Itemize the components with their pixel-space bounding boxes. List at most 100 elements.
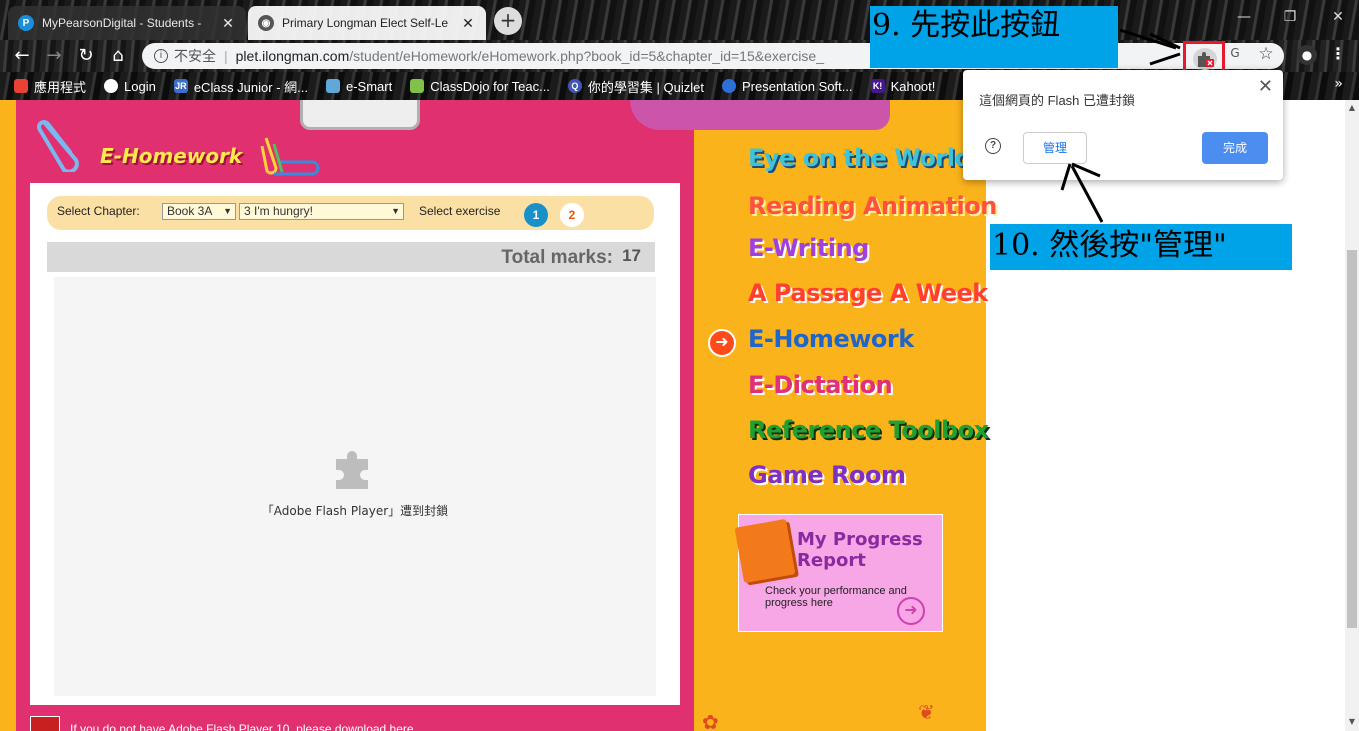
new-tab-button[interactable]: + (494, 7, 522, 35)
flash-download-bar: If you do not have Adobe Flash Player 10… (30, 716, 670, 731)
bookmark-label: 應用程式 (34, 79, 87, 95)
esmart-icon (325, 79, 340, 93)
nav-reference-toolbox[interactable]: Reference Toolbox (748, 416, 989, 444)
bookmark-label: Presentation Soft... (741, 78, 853, 94)
flash-plugin-area[interactable]: 「Adobe Flash Player」遭到封鎖 (54, 277, 656, 696)
paperclips-icon (260, 137, 320, 176)
bookmarks-more-button[interactable]: » (1334, 76, 1343, 92)
flash-download-link[interactable]: If you do not have Adobe Flash Player 10… (70, 722, 417, 731)
url-domain: plet.ilongman.com (235, 48, 350, 64)
nav-a-passage-a-week[interactable]: A Passage A Week (748, 279, 988, 307)
nav-e-dictation[interactable]: E-Dictation (748, 371, 893, 399)
bookmark-eclass[interactable]: JR eClass Junior - 網... (173, 77, 308, 96)
globe-icon: ◉ (258, 15, 274, 31)
apps-grid-icon (14, 79, 28, 93)
restore-button[interactable]: ❐ (1270, 4, 1310, 32)
scroll-thumb[interactable] (1347, 250, 1357, 628)
plant-decoration-icon: ❦ (918, 700, 935, 724)
chrome-menu-icon[interactable]: ⋮ (1330, 44, 1346, 66)
adobe-flash-icon[interactable] (30, 716, 60, 731)
help-icon[interactable]: ? (985, 138, 1001, 154)
done-button[interactable]: 完成 (1202, 132, 1268, 164)
book-select-value: Book 3A (167, 204, 213, 218)
nav-eye-on-the-world[interactable]: Eye on the World (748, 144, 972, 172)
kahoot-icon: K! (870, 79, 885, 93)
bookmark-login[interactable]: Login (104, 79, 156, 94)
book-select[interactable]: Book 3A ▼ (162, 203, 236, 220)
annotation-step-9: 9. 先按此按鈕 (870, 6, 1118, 68)
nav-e-homework[interactable]: E-Homework (748, 325, 914, 353)
chapter-selector-bar: Select Chapter: Book 3A ▼ 3 I'm hungry! ▼ … (47, 196, 654, 230)
bookmark-label: Login (124, 78, 156, 94)
home-button[interactable]: ⌂ (106, 44, 130, 68)
scroll-down-arrow-icon[interactable]: ▼ (1345, 714, 1359, 730)
close-icon[interactable]: ✕ (1258, 76, 1273, 97)
separator: | (224, 48, 228, 64)
bookmark-quizlet[interactable]: Q 你的學習集 | Quizlet (567, 77, 704, 96)
reload-button[interactable]: ↻ (74, 44, 98, 68)
classdojo-icon (410, 79, 425, 93)
bookmark-kahoot[interactable]: K! Kahoot! (870, 78, 936, 94)
globe-icon (104, 79, 119, 93)
active-arrow-icon: ➜ (708, 329, 736, 357)
manage-button[interactable]: 管理 (1023, 132, 1087, 164)
ehomework-heading: E-Homework (100, 144, 243, 168)
tab-title: Primary Longman Elect Self-Le (282, 16, 449, 30)
exercise-2-button[interactable]: 2 (560, 203, 584, 227)
tab-primary-longman[interactable]: ◉ Primary Longman Elect Self-Le ✕ (248, 6, 486, 40)
close-tab-icon[interactable]: ✕ (220, 15, 236, 32)
nav-e-writing[interactable]: E-Writing (748, 234, 869, 262)
left-border-strip (0, 100, 16, 731)
tab-mypearsondigital[interactable]: P MyPearsonDigital - Students - ✕ (8, 6, 246, 40)
flash-blocked-popup: 這個網頁的 Flash 已遭封鎖 ✕ ? 管理 完成 (963, 70, 1283, 180)
dropdown-arrow-icon: ▼ (391, 206, 400, 216)
info-icon[interactable]: i (154, 49, 168, 63)
exercise-1-button[interactable]: 1 (524, 203, 548, 227)
back-button[interactable]: ← (10, 44, 34, 68)
eclass-icon: JR (173, 79, 188, 93)
bookmark-apps[interactable]: 應用程式 (14, 77, 86, 96)
bookmark-label: 你的學習集 | Quizlet (587, 79, 704, 95)
close-window-button[interactable]: ✕ (1318, 4, 1358, 32)
total-marks-label: Total marks: (501, 247, 613, 268)
plugin-puzzle-icon (336, 451, 368, 489)
monitor-illustration (300, 100, 420, 130)
progress-report-subtitle: Check your performance and progress here (765, 585, 907, 609)
character-illustration (630, 100, 890, 130)
total-marks-bar: Total marks: 17 (47, 242, 655, 272)
chapter-select-value: 3 I'm hungry! (244, 204, 313, 218)
translate-icon[interactable]: G (1226, 46, 1244, 64)
close-tab-icon[interactable]: ✕ (460, 15, 476, 32)
bookmark-label: Kahoot! (890, 78, 936, 94)
progress-report-card[interactable]: My Progress Report Check your performanc… (734, 514, 943, 632)
tab-title: MyPearsonDigital - Students - (42, 16, 202, 30)
scroll-up-arrow-icon[interactable]: ▲ (1345, 100, 1359, 116)
nav-reading-animation[interactable]: Reading Animation (748, 192, 997, 220)
total-marks-value: 17 (622, 246, 641, 265)
minimize-button[interactable]: — (1224, 4, 1264, 32)
bookmark-label: e-Smart (345, 78, 393, 94)
page-scrollbar[interactable]: ▲ ▼ (1345, 100, 1359, 731)
chapter-select[interactable]: 3 I'm hungry! ▼ (239, 203, 404, 220)
paperclip-icon (37, 120, 79, 172)
url-path: /student/eHomework/eHomework.php?book_id… (349, 48, 824, 64)
bookmark-classdojo[interactable]: ClassDojo for Teac... (410, 79, 550, 94)
pearson-favicon-icon: P (18, 15, 34, 31)
bookmark-esmart[interactable]: e-Smart (325, 78, 393, 94)
bookmark-star-icon[interactable]: ☆ (1256, 44, 1276, 64)
quizlet-icon: Q (567, 79, 582, 93)
arrow-right-icon[interactable]: ➜ (897, 597, 925, 625)
profile-avatar[interactable]: ● (1297, 45, 1317, 65)
page-viewport: E-Homework Select Chapter: Book 3A ▼ 3 I'… (0, 100, 1345, 731)
bookmark-presentation[interactable]: Presentation Soft... (721, 78, 853, 94)
select-chapter-label: Select Chapter: (57, 204, 140, 218)
security-label: 不安全 (174, 48, 216, 64)
annotation-step-10: 10. 然後按"管理" (990, 224, 1292, 270)
nav-game-room[interactable]: Game Room (748, 461, 906, 489)
bookmark-label: eClass Junior - 網... (193, 79, 308, 95)
popup-message: 這個網頁的 Flash 已遭封鎖 (979, 93, 1136, 108)
forward-button[interactable]: → (42, 44, 66, 68)
progress-report-title: My Progress Report (797, 529, 923, 571)
bookmark-label: ClassDojo for Teac... (430, 78, 550, 94)
puzzle-icon (1198, 52, 1214, 67)
